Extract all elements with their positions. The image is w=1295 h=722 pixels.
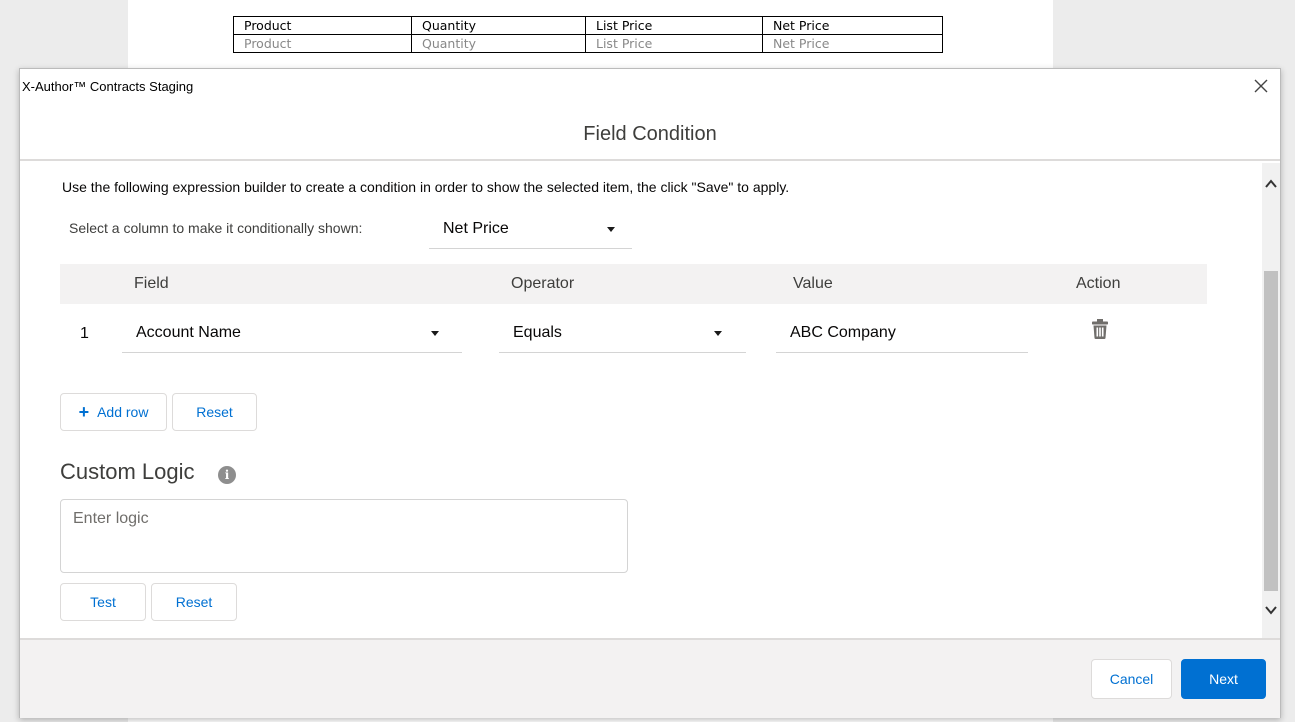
custom-logic-input[interactable]	[60, 499, 628, 573]
reset-logic-button[interactable]: Reset	[151, 583, 237, 621]
scrollbar[interactable]	[1262, 163, 1280, 638]
scrollbar-thumb[interactable]	[1264, 271, 1278, 591]
reset-conditions-button[interactable]: Reset	[172, 393, 257, 431]
document-table-header: Product	[233, 16, 412, 35]
field-condition-dialog: X-Author™ Contracts Staging Field Condit…	[19, 68, 1281, 718]
document-table-header: Net Price	[762, 16, 943, 35]
reset-conditions-label: Reset	[196, 404, 233, 420]
modal-content: Use the following expression builder to …	[20, 163, 1262, 638]
close-icon[interactable]	[1250, 75, 1272, 97]
condition-table-header: Field Operator Value Action	[60, 264, 1207, 304]
document-table-cell: Quantity	[411, 34, 586, 53]
field-select-value: Account Name	[136, 324, 241, 341]
column-select-label: Select a column to make it conditionally…	[69, 220, 363, 236]
modal-title: Field Condition	[583, 123, 717, 145]
test-label: Test	[90, 594, 116, 610]
field-select[interactable]: Account Name	[122, 313, 462, 353]
add-row-button[interactable]: + Add row	[60, 393, 167, 431]
document-table-cell: List Price	[585, 34, 763, 53]
chevron-down-icon	[431, 331, 439, 336]
chevron-down-icon	[714, 331, 722, 336]
document-table-cell: Product	[233, 34, 412, 53]
operator-select-value: Equals	[513, 324, 562, 341]
value-column-header: Value	[793, 275, 833, 292]
modal-footer: Cancel Next	[20, 638, 1280, 718]
info-icon[interactable]: i	[218, 466, 236, 484]
scroll-up-icon[interactable]	[1264, 177, 1278, 191]
operator-column-header: Operator	[511, 275, 575, 292]
next-label: Next	[1209, 671, 1238, 687]
modal-header: Field Condition	[20, 109, 1280, 161]
field-column-header: Field	[134, 275, 169, 292]
document-table-cell: Net Price	[762, 34, 943, 53]
action-column-header: Action	[1076, 275, 1121, 292]
chevron-down-icon	[607, 227, 615, 232]
plus-icon: +	[78, 402, 90, 422]
column-select[interactable]: Net Price	[429, 209, 632, 249]
document-table-header: List Price	[585, 16, 763, 35]
document-table-header-row: Product Quantity List Price Net Price	[233, 16, 943, 35]
add-row-label: Add row	[97, 404, 149, 420]
row-number: 1	[80, 325, 89, 342]
scroll-down-icon[interactable]	[1264, 603, 1278, 617]
value-input[interactable]	[776, 313, 1028, 353]
window-title: X-Author™ Contracts Staging	[22, 79, 194, 94]
operator-select[interactable]: Equals	[499, 313, 746, 353]
next-button[interactable]: Next	[1181, 659, 1266, 699]
reset-logic-label: Reset	[175, 594, 213, 610]
document-table: Product Quantity List Price Net Price Pr…	[233, 16, 943, 53]
custom-logic-title: Custom Logic	[60, 459, 195, 484]
test-button[interactable]: Test	[60, 583, 146, 621]
document-table-row: Product Quantity List Price Net Price	[233, 34, 943, 53]
cancel-button[interactable]: Cancel	[1091, 659, 1172, 699]
trash-icon[interactable]	[1091, 318, 1109, 340]
column-select-value: Net Price	[443, 220, 509, 237]
document-table-header: Quantity	[411, 16, 586, 35]
instructions-text: Use the following expression builder to …	[62, 179, 790, 195]
cancel-label: Cancel	[1109, 671, 1154, 687]
